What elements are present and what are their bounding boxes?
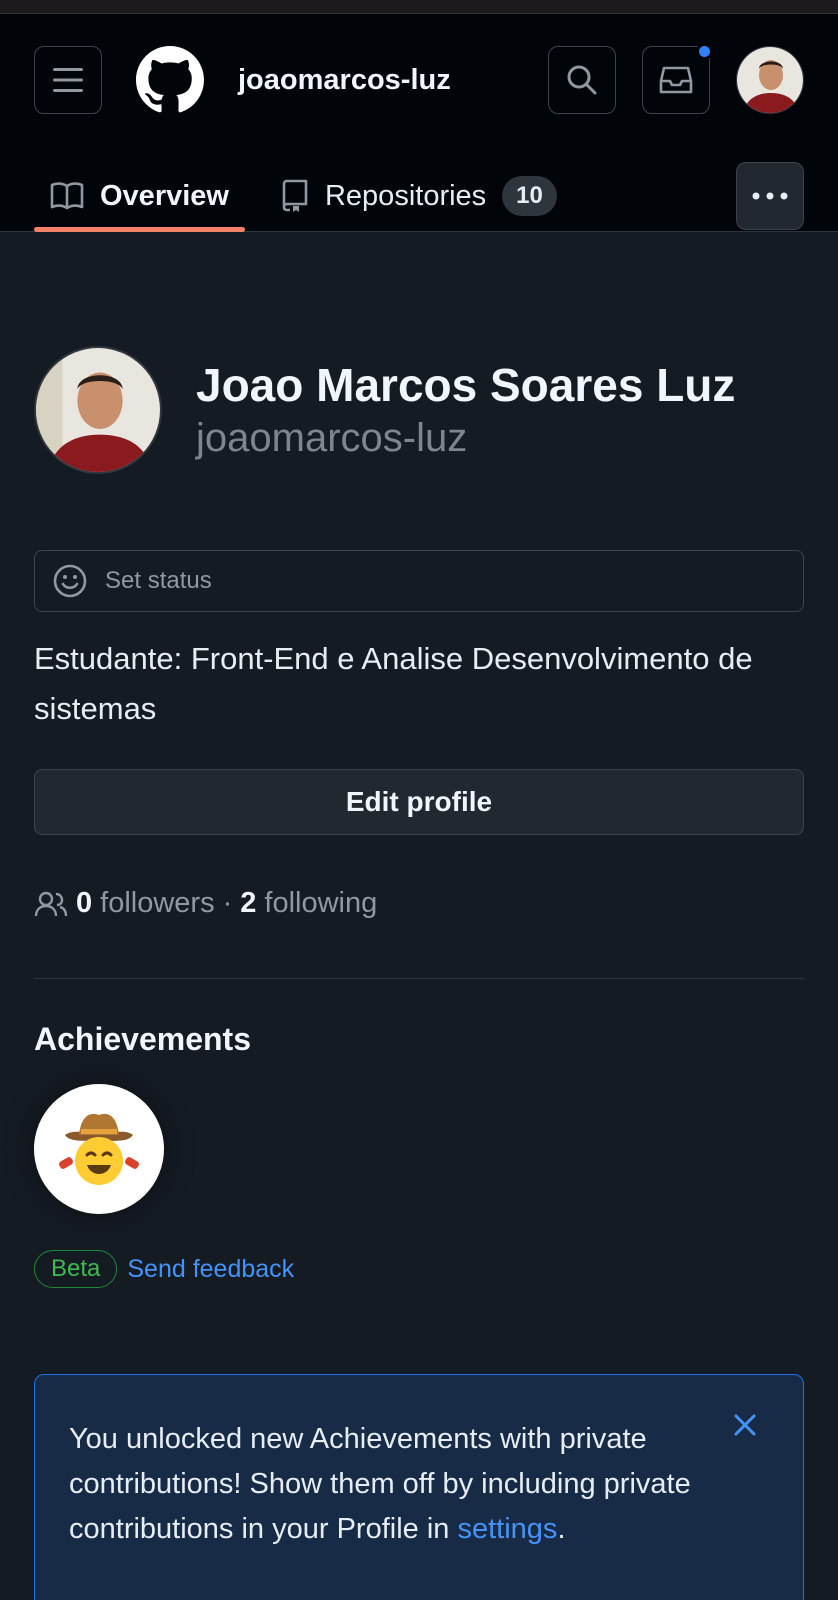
send-feedback-link[interactable]: Send feedback [127, 1255, 294, 1284]
people-icon [34, 891, 68, 916]
followers-link[interactable]: followers [100, 887, 214, 920]
following-link[interactable]: following [264, 887, 377, 920]
profile-full-name: Joao Marcos Soares Luz [196, 359, 736, 412]
set-status-button[interactable]: Set status [34, 550, 804, 612]
follow-separator: · [222, 887, 233, 920]
inbox-icon [659, 66, 693, 94]
settings-link[interactable]: settings [457, 1513, 557, 1545]
achievements-feedback-row: Beta Send feedback [34, 1250, 804, 1289]
profile-tabs: Overview Repositories 10 [34, 162, 804, 232]
notice-text: You unlocked new Achievements with priva… [69, 1417, 729, 1552]
notice-period: . [557, 1513, 566, 1546]
profile-avatar[interactable] [34, 346, 162, 474]
edit-profile-button[interactable]: Edit profile [34, 769, 804, 836]
repositories-count-badge: 10 [502, 176, 557, 216]
profile-main: Joao Marcos Soares Luz joaomarcos-luz Se… [0, 232, 838, 1600]
inbox-button[interactable] [642, 43, 713, 114]
profile-names: Joao Marcos Soares Luz joaomarcos-luz [196, 358, 735, 461]
avatar-photo-icon [36, 348, 160, 472]
book-icon [50, 182, 84, 210]
tab-repositories[interactable]: Repositories 10 [265, 162, 573, 230]
achievements-notice: You unlocked new Achievements with priva… [34, 1374, 804, 1600]
github-logo[interactable] [136, 46, 204, 114]
dismiss-notice-button[interactable] [733, 1413, 757, 1442]
status-strip [0, 0, 838, 14]
search-button[interactable] [548, 46, 616, 114]
achievements-title: Achievements [34, 1021, 251, 1058]
tab-overview[interactable]: Overview [34, 162, 245, 232]
tab-repositories-label: Repositories [324, 179, 487, 212]
followers-count[interactable]: 0 [76, 887, 92, 920]
close-icon [734, 1414, 756, 1436]
search-icon [567, 65, 597, 95]
smiley-icon [53, 564, 87, 598]
repo-icon [282, 179, 308, 212]
following-count[interactable]: 2 [240, 887, 256, 920]
header-username[interactable]: joaomarcos-luz [238, 64, 548, 97]
follow-stats: 0 followers · 2 following [34, 887, 804, 920]
profile-bio: Estudante: Front-End e Analise Desenvolv… [34, 641, 753, 726]
header-row: joaomarcos-luz [34, 43, 804, 114]
beta-badge: Beta [34, 1250, 118, 1289]
more-tabs-button[interactable] [736, 162, 804, 230]
user-avatar-button[interactable] [736, 46, 804, 114]
tab-overview-label: Overview [100, 179, 229, 212]
kebab-horizontal-icon [752, 192, 788, 200]
notice-message: You unlocked new Achievements with priva… [69, 1423, 691, 1546]
cowboy-smile-icon [43, 1093, 155, 1206]
menu-button[interactable] [34, 46, 102, 114]
hamburger-icon [53, 68, 83, 92]
github-mark-icon [136, 46, 204, 113]
notification-dot [696, 43, 713, 60]
profile-login: joaomarcos-luz [196, 415, 468, 460]
profile-header: Joao Marcos Soares Luz joaomarcos-luz [34, 232, 804, 474]
avatar-photo-icon [737, 47, 803, 113]
set-status-label: Set status [105, 567, 212, 594]
app-header: joaomarcos-luz Overview Repositories 10 [0, 14, 838, 232]
achievement-badge[interactable] [34, 1084, 164, 1215]
section-divider [34, 978, 804, 980]
